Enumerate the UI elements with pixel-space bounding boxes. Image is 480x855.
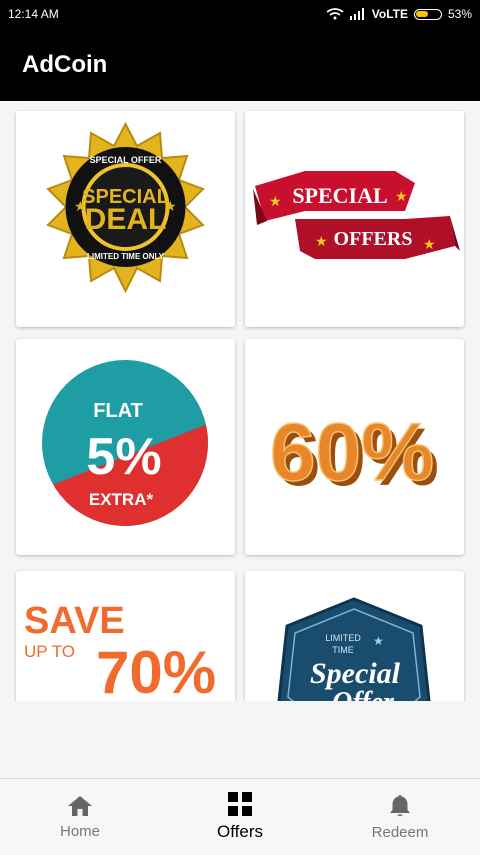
special-offers-ribbon-image: SPECIAL OFFERS ★ ★ ★ ★ <box>253 171 460 259</box>
grid-icon <box>228 792 252 816</box>
badge-bottom-text: LIMITED TIME ONLY <box>87 252 165 261</box>
nav-label-home: Home <box>59 822 100 840</box>
seventy-percent-text: 70% <box>96 639 216 701</box>
special-deal-badge-image: SPECIAL OFFER SPECIAL DEAL LIMITED TIME … <box>46 121 205 294</box>
ribbon-line1-text: SPECIAL <box>292 183 387 208</box>
content-spacer <box>0 701 480 778</box>
flat-text: FLAT <box>93 400 143 422</box>
limited-text: LIMITED <box>325 633 361 643</box>
signal-icon <box>349 8 364 20</box>
nav-label-redeem: Redeem <box>371 823 429 841</box>
star-icon: ★ <box>74 199 87 215</box>
offer-card-limited-time[interactable]: LIMITED TIME ★ Special Offer <box>245 571 464 701</box>
battery-level: 53% <box>447 7 472 21</box>
ribbon-line2-text: OFFERS <box>334 228 413 250</box>
badge-line2-text: DEAL <box>85 203 167 236</box>
offer-card-60-percent[interactable]: 60% 60% <box>245 339 464 555</box>
time-text: TIME <box>332 645 354 655</box>
star-icon: ★ <box>269 194 282 210</box>
star-icon: ★ <box>164 199 177 215</box>
badge-top-text: SPECIAL OFFER <box>90 155 162 165</box>
save-up-to-70-image: SAVE UP TO 70% <box>24 600 216 701</box>
status-time: 12:14 AM <box>8 7 59 21</box>
special-script-text: Special <box>310 657 401 690</box>
home-icon <box>67 795 93 817</box>
sixty-percent-text: 60% <box>270 407 434 498</box>
offer-card-flat-5-extra[interactable]: FLAT 5% EXTRA* <box>16 339 235 555</box>
save-text: SAVE <box>24 600 125 642</box>
five-percent-text: 5% <box>86 428 161 486</box>
offer-script-text: Offer <box>332 687 395 701</box>
star-icon: ★ <box>373 634 384 648</box>
nav-item-offers[interactable]: Offers <box>160 779 320 855</box>
network-type: VoLTE <box>371 7 408 21</box>
offer-card-special-deal[interactable]: SPECIAL OFFER SPECIAL DEAL LIMITED TIME … <box>16 111 235 327</box>
star-icon: ★ <box>315 234 328 250</box>
star-icon: ★ <box>395 189 408 205</box>
offer-card-special-offers[interactable]: SPECIAL OFFERS ★ ★ ★ ★ <box>245 111 464 327</box>
bell-icon <box>389 794 411 818</box>
offers-grid[interactable]: SPECIAL OFFER SPECIAL DEAL LIMITED TIME … <box>0 101 480 701</box>
app-title: AdCoin <box>22 50 108 78</box>
nav-item-redeem[interactable]: Redeem <box>320 779 480 855</box>
limited-time-offer-image: LIMITED TIME ★ Special Offer <box>277 597 431 701</box>
nav-label-offers: Offers <box>217 822 263 841</box>
flat-5-extra-image: FLAT 5% EXTRA* <box>42 360 208 526</box>
sixty-percent-image: 60% 60% <box>269 406 439 503</box>
star-icon: ★ <box>423 237 436 253</box>
extra-text: EXTRA* <box>89 490 154 509</box>
up-to-text: UP TO <box>24 642 75 661</box>
bottom-navigation: Home Offers Redeem <box>0 778 480 855</box>
app-bar: AdCoin <box>0 28 480 101</box>
nav-item-home[interactable]: Home <box>0 779 160 855</box>
status-icons: VoLTE 53% <box>326 7 472 21</box>
status-bar: 12:14 AM VoLTE 53% <box>0 0 480 28</box>
battery-icon <box>413 8 442 20</box>
wifi-icon <box>326 8 344 20</box>
offer-card-save-70[interactable]: SAVE UP TO 70% <box>16 571 235 701</box>
